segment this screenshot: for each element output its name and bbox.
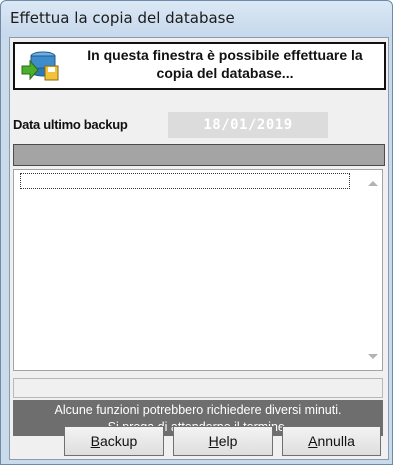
help-mnemonic: H bbox=[208, 433, 219, 449]
progress-bar bbox=[13, 144, 385, 166]
last-backup-date: 18/01/2019 bbox=[168, 112, 328, 138]
info-header: In questa finestra è possibile effettuar… bbox=[13, 42, 386, 90]
backup-mnemonic: B bbox=[90, 433, 100, 449]
help-button[interactable]: Help bbox=[173, 426, 273, 456]
cancel-label: nnulla bbox=[317, 433, 355, 449]
header-message: In questa finestra è possibile effettuar… bbox=[70, 46, 380, 82]
last-backup-label: Data ultimo backup bbox=[13, 117, 128, 132]
log-listbox[interactable] bbox=[13, 169, 383, 371]
notice-line-1: Alcune funzioni potrebbero richiedere di… bbox=[54, 403, 342, 417]
header-line-2: copia del database... bbox=[156, 65, 294, 81]
cancel-button[interactable]: Annulla bbox=[282, 426, 381, 456]
title-bar[interactable]: Effettua la copia del database bbox=[1, 1, 392, 37]
database-backup-icon bbox=[21, 51, 59, 81]
vertical-scrollbar[interactable] bbox=[365, 170, 382, 370]
header-line-1: In questa finestra è possibile effettuar… bbox=[87, 47, 363, 63]
list-item[interactable] bbox=[20, 173, 350, 189]
window-title: Effettua la copia del database bbox=[10, 9, 235, 27]
scroll-down-icon[interactable] bbox=[368, 354, 378, 359]
backup-label: ackup bbox=[99, 433, 138, 449]
help-label: elp bbox=[218, 433, 238, 449]
backup-button[interactable]: Backup bbox=[64, 426, 164, 456]
scroll-up-icon[interactable] bbox=[368, 181, 378, 186]
dialog-body: In questa finestra è possibile effettuar… bbox=[9, 37, 389, 460]
backup-dialog: Effettua la copia del database In questa… bbox=[0, 0, 393, 465]
status-field bbox=[13, 378, 383, 398]
